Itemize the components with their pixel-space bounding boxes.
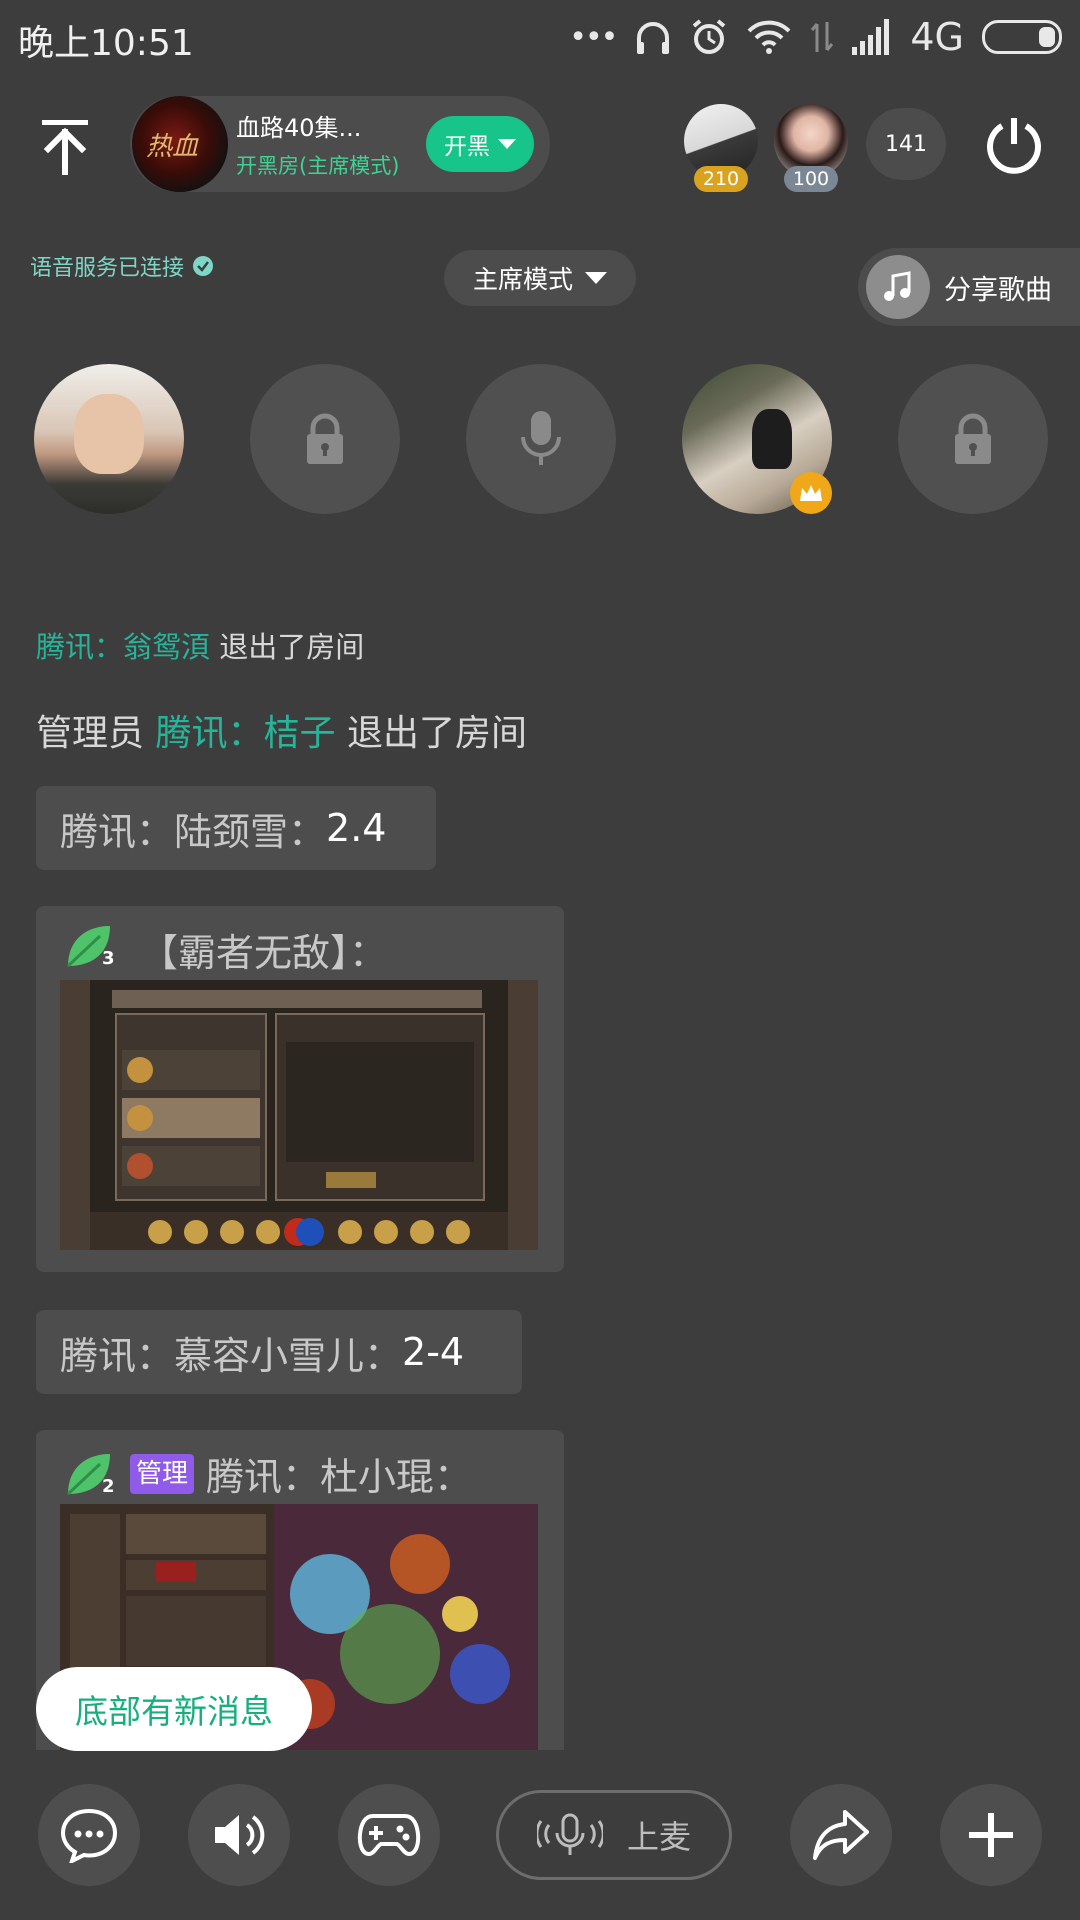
contribution-badge: 210 — [694, 166, 748, 192]
mode-label: 主席模式 — [472, 265, 573, 294]
status-bar: 晚上10:51 ••• 4G — [0, 0, 1080, 74]
voice-status-text: 语音服务已连接 — [30, 256, 185, 281]
kaihei-label: 开黑 — [444, 134, 490, 160]
lock-icon — [955, 413, 991, 464]
shared-game-screenshot[interactable] — [60, 980, 538, 1250]
system-text: 退出了房间 — [219, 630, 365, 664]
power-icon — [987, 118, 1041, 174]
online-count-button[interactable]: 141 — [866, 108, 946, 180]
sender-name: 腾讯：陆颈雪： — [60, 809, 327, 854]
system-message: 管理员 腾讯：桔子 退出了房间 — [36, 704, 527, 756]
microphone-icon — [536, 1813, 603, 1855]
share-song-button[interactable]: 分享歌曲 — [858, 248, 1080, 326]
network-type: 4G — [910, 15, 964, 59]
lock-icon — [307, 413, 343, 464]
room-mode-label: 开黑房(主席模式) — [236, 154, 400, 178]
level-leaf-icon: 2 — [64, 1450, 118, 1500]
exit-room-button[interactable] — [982, 112, 1046, 176]
level-leaf-icon: 3 — [64, 922, 118, 972]
level-number: 2 — [102, 1476, 115, 1497]
chat-message[interactable]: 腾讯：陆颈雪： 2.4 — [36, 786, 436, 870]
game-button[interactable] — [338, 1784, 440, 1886]
mic-seat-1[interactable] — [34, 364, 184, 514]
seat-avatar — [74, 394, 144, 474]
mic-label: 上麦 — [626, 1818, 691, 1856]
kaihei-dropdown-button[interactable]: 开黑 — [426, 116, 534, 172]
system-message: 腾讯：翁鸳湏 退出了房间 — [36, 624, 364, 666]
message-text: 2-4 — [402, 1330, 465, 1374]
plus-icon — [969, 1813, 1013, 1857]
speaker-button[interactable] — [188, 1784, 290, 1886]
microphone-icon — [521, 411, 561, 465]
voice-connection-status: 语音服务已连接 — [30, 250, 214, 282]
chat-message[interactable]: 腾讯：慕容小雪儿： 2-4 — [36, 1310, 522, 1394]
sender-name: 腾讯：杜小琨： — [206, 1455, 473, 1499]
wifi-icon — [747, 20, 791, 54]
more-dots-icon: ••• — [569, 19, 618, 55]
seat-avatar — [752, 409, 792, 469]
check-circle-icon — [193, 256, 214, 276]
share-button[interactable] — [790, 1784, 892, 1886]
alarm-icon — [693, 19, 726, 54]
chat-button[interactable] — [38, 1784, 140, 1886]
mic-seat-2[interactable] — [250, 364, 400, 514]
chat-bubble-icon — [60, 1808, 118, 1863]
take-mic-button[interactable]: 上麦 — [496, 1790, 732, 1880]
chevron-down-icon — [498, 139, 516, 149]
room-cover-image[interactable]: 热血 — [132, 96, 228, 192]
new-message-toast[interactable]: 底部有新消息 — [36, 1667, 312, 1751]
signal-icon — [852, 19, 890, 55]
share-arrow-icon — [813, 1810, 869, 1860]
music-note-icon — [866, 255, 930, 319]
status-time: 晚上10:51 — [18, 23, 194, 64]
admin-tag: 管理 — [130, 1454, 195, 1494]
room-name: 血路40集... — [236, 114, 362, 142]
status-icons: ••• 4G — [569, 10, 1062, 64]
host-crown-icon — [790, 472, 832, 514]
role-label: 管理员 — [36, 713, 145, 754]
mic-seat-3[interactable] — [466, 364, 616, 514]
data-arrows-icon — [811, 22, 834, 52]
mode-dropdown[interactable]: 主席模式 — [444, 250, 636, 306]
share-song-label: 分享歌曲 — [944, 274, 1052, 306]
user-name[interactable]: 腾讯：桔子 — [155, 713, 335, 754]
user-name[interactable]: 腾讯：翁鸳湏 — [36, 630, 210, 664]
minimize-room-button[interactable] — [30, 110, 100, 180]
message-text: 2.4 — [326, 806, 387, 850]
arrow-up-icon — [42, 120, 88, 175]
more-button[interactable] — [940, 1784, 1042, 1886]
mic-seat-5[interactable] — [898, 364, 1048, 514]
sender-name: 【霸者无敌】： — [140, 931, 388, 975]
headphones-icon — [637, 22, 670, 54]
speaker-icon — [215, 1815, 265, 1855]
level-number: 3 — [102, 948, 115, 969]
gamepad-icon — [357, 1814, 421, 1857]
chat-message[interactable]: 3 【霸者无敌】： — [36, 906, 564, 1272]
battery-icon — [982, 20, 1062, 54]
chevron-down-icon — [585, 272, 607, 284]
sender-name: 腾讯：慕容小雪儿： — [60, 1333, 403, 1378]
contribution-badge: 100 — [784, 166, 838, 192]
system-text: 退出了房间 — [346, 713, 527, 754]
